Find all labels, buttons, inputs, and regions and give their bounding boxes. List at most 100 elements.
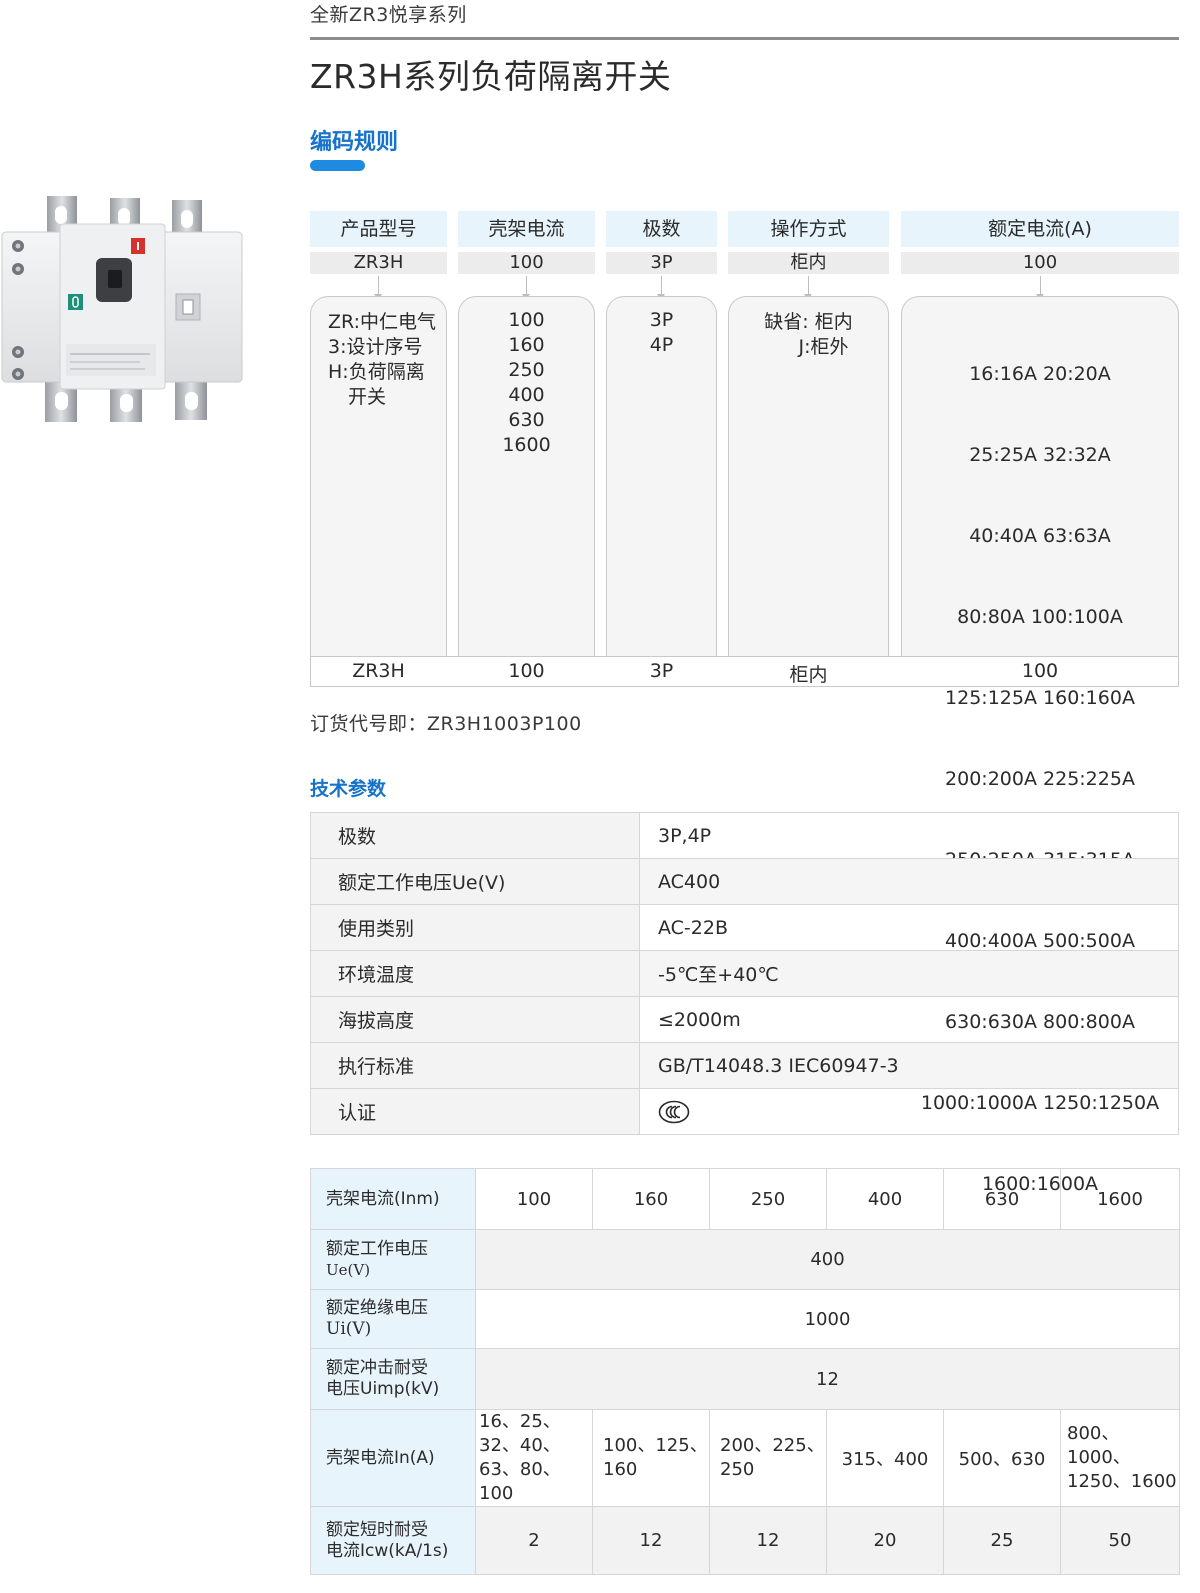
frame-value: 100: [475, 1168, 593, 1230]
list-item: ZR:中仁电气: [328, 311, 437, 333]
table-row: 极数 3P,4P: [310, 812, 1179, 859]
list-item: 缺省: 柜内: [764, 311, 853, 333]
insulation-voltage-value: 1000: [475, 1289, 1180, 1349]
label-line: 额定短时耐受: [326, 1519, 428, 1540]
coding-result: 100: [508, 660, 545, 682]
table-row: 额定工作电压Ue(V) AC400: [310, 858, 1179, 905]
page-title: ZR3H系列负荷隔离开关: [310, 57, 672, 96]
spec-value: 3P,4P: [639, 812, 1179, 859]
coding-result: 100: [1021, 660, 1059, 682]
in-values: 100、125、160: [592, 1409, 710, 1507]
tech-params-title: 技术参数: [310, 778, 387, 800]
in-values: 500、630: [943, 1409, 1061, 1507]
spec-value: AC-22B: [639, 904, 1179, 951]
title-accent-bar: [310, 160, 365, 171]
table-row: 壳架电流(Inm) 100 160 250 400 630 1600: [310, 1168, 1180, 1230]
header-rule: [310, 37, 1179, 40]
coding-col-header: 操作方式: [728, 211, 889, 247]
order-code: 订货代号即：ZR3H1003P100: [310, 713, 582, 735]
model-options: ZR:中仁电气 3:设计序号 H:负荷隔离 开关: [328, 310, 443, 410]
rated-voltage-value: 400: [475, 1229, 1180, 1290]
coding-example: 柜内: [728, 252, 889, 274]
down-arrow-icon: [804, 276, 812, 300]
icw-value: 12: [592, 1506, 710, 1575]
product-image: [0, 194, 250, 426]
list-item: 40:40A 63:63A: [969, 525, 1111, 547]
down-arrow-icon: [657, 276, 665, 300]
list-item: 250: [508, 359, 545, 381]
label-line: 额定工作电压: [326, 1238, 428, 1259]
down-arrow-icon: [1036, 276, 1044, 300]
frame-value: 160: [592, 1168, 710, 1230]
label-line: 电流Icw(kA/1s): [326, 1540, 449, 1561]
list-item: 400: [508, 384, 545, 406]
icw-value: 2: [475, 1506, 593, 1575]
spec-value: -5℃至+40℃: [639, 950, 1179, 997]
list-item: 160: [508, 334, 545, 356]
coding-example: 3P: [606, 252, 717, 274]
coding-col-header: 壳架电流: [458, 211, 595, 247]
down-arrow-icon: [522, 276, 530, 300]
spec-label: 认证: [310, 1088, 640, 1135]
coding-rule-title: 编码规则: [310, 130, 399, 155]
frame-value: 400: [826, 1168, 944, 1230]
rated-voltage-label: 额定工作电压 Ue(V): [310, 1229, 476, 1290]
impulse-voltage-value: 12: [475, 1348, 1180, 1410]
table-row: 海拔高度 ≤2000m: [310, 996, 1179, 1043]
in-values: 315、400: [826, 1409, 944, 1507]
table-row: 壳架电流In(A) 16、25、32、40、63、80、100 100、125、…: [310, 1409, 1180, 1507]
frame-current-options: 100 160 250 400 630 1600: [458, 308, 595, 458]
frame-table: 壳架电流(Inm) 100 160 250 400 630 1600 额定工作电…: [310, 1168, 1180, 1575]
label-line: Ue(V): [326, 1260, 371, 1279]
in-values: 800、1000、1250、1600: [1060, 1409, 1180, 1507]
list-item: 100: [508, 309, 545, 331]
coding-col-header: 极数: [606, 211, 717, 247]
frame-current-in-label: 壳架电流In(A): [310, 1409, 476, 1507]
icw-value: 50: [1060, 1506, 1180, 1575]
list-item: 开关: [348, 386, 387, 408]
spec-table: 极数 3P,4P 额定工作电压Ue(V) AC400 使用类别 AC-22B 环…: [310, 812, 1179, 1135]
table-row: 认证: [310, 1088, 1179, 1135]
spec-value: GB/T14048.3 IEC60947-3: [639, 1042, 1179, 1089]
spec-label: 海拔高度: [310, 996, 640, 1043]
down-arrow-icon: [374, 276, 382, 300]
coding-result: 3P: [649, 660, 674, 682]
list-item: H:负荷隔离: [328, 361, 425, 383]
coding-example: 100: [458, 252, 595, 274]
frame-value: 630: [943, 1168, 1061, 1230]
table-row: 额定短时耐受 电流Icw(kA/1s) 2 12 12 20 25 50: [310, 1506, 1180, 1575]
list-item: J:柜外: [798, 336, 849, 358]
insulation-voltage-label: 额定绝缘电压 Ui(V): [310, 1289, 476, 1349]
list-item: 1600: [502, 434, 551, 456]
coding-col-header: 额定电流(A): [901, 211, 1179, 247]
frame-value: 1600: [1060, 1168, 1180, 1230]
frame-header-label: 壳架电流(Inm): [310, 1168, 476, 1230]
list-item: 4P: [649, 334, 674, 356]
coding-example: ZR3H: [310, 252, 447, 274]
list-item: 200:200A 225:225A: [945, 768, 1135, 790]
list-item: 3P: [649, 309, 674, 331]
spec-label: 额定工作电压Ue(V): [310, 858, 640, 905]
spec-label: 使用类别: [310, 904, 640, 951]
ccc-cert-icon: [658, 1100, 690, 1123]
table-row: 额定工作电压 Ue(V) 400: [310, 1229, 1180, 1290]
coding-col-header: 产品型号: [310, 211, 447, 247]
table-row: 额定绝缘电压 Ui(V) 1000: [310, 1289, 1180, 1349]
spec-label: 环境温度: [310, 950, 640, 997]
short-time-current-label: 额定短时耐受 电流Icw(kA/1s): [310, 1506, 476, 1575]
list-item: 3:设计序号: [328, 336, 423, 358]
icw-value: 20: [826, 1506, 944, 1575]
list-item: 25:25A 32:32A: [969, 444, 1111, 466]
spec-value: ≤2000m: [639, 996, 1179, 1043]
icw-value: 12: [709, 1506, 827, 1575]
list-item: 80:80A 100:100A: [957, 606, 1123, 628]
frame-value: 250: [709, 1168, 827, 1230]
table-row: 执行标准 GB/T14048.3 IEC60947-3: [310, 1042, 1179, 1089]
series-label: 全新ZR3悦享系列: [310, 4, 467, 26]
table-row: 额定冲击耐受 电压Uimp(kV) 12: [310, 1348, 1180, 1410]
label-line: Ui(V): [326, 1319, 372, 1339]
spec-value: [639, 1088, 1179, 1135]
spec-label: 执行标准: [310, 1042, 640, 1089]
list-item: 16:16A 20:20A: [969, 363, 1111, 385]
operation-options: 缺省: 柜内 J:柜外: [728, 310, 889, 360]
